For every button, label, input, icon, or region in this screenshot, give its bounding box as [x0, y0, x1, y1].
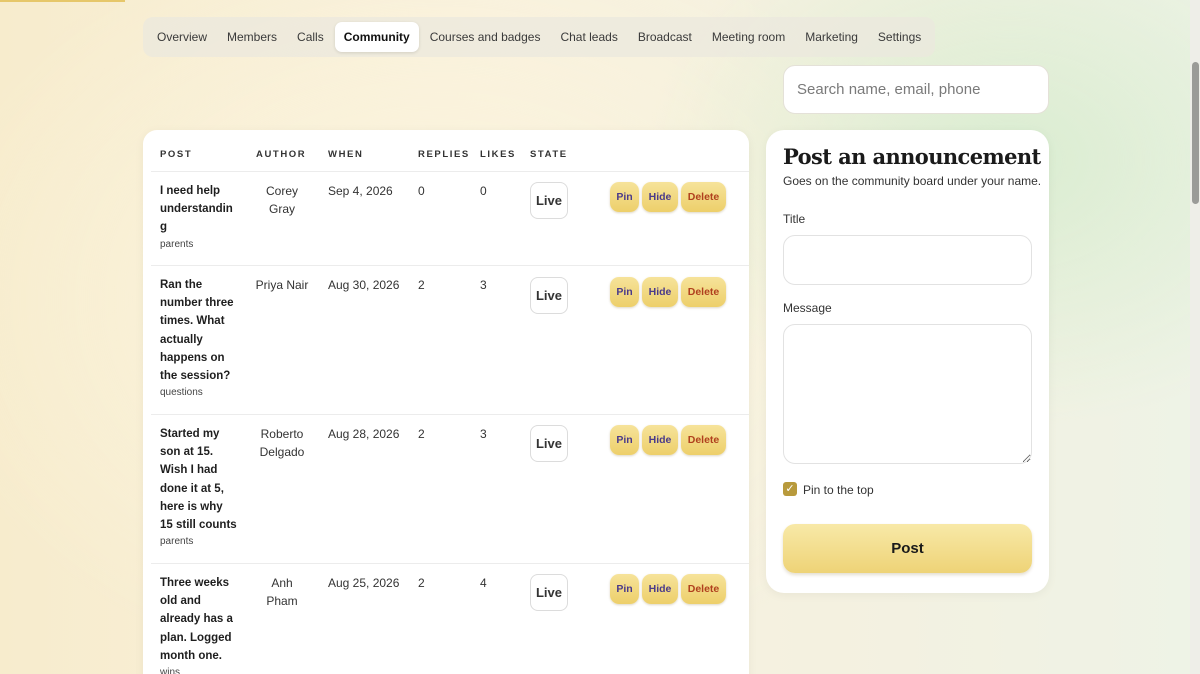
tab-overview[interactable]: Overview: [148, 22, 216, 52]
tab-marketing[interactable]: Marketing: [796, 22, 867, 52]
tab-members[interactable]: Members: [218, 22, 286, 52]
message-field[interactable]: [783, 324, 1032, 464]
post-likes: 4: [480, 576, 487, 590]
post-tag: parents: [160, 536, 194, 548]
delete-button[interactable]: Delete: [681, 182, 726, 212]
hide-button[interactable]: Hide: [642, 182, 678, 212]
tab-community[interactable]: Community: [334, 22, 419, 52]
state-badge[interactable]: Live: [530, 574, 568, 611]
post-date: Aug 25, 2026: [328, 576, 400, 590]
title-label: Title: [783, 212, 806, 226]
tab-calls[interactable]: Calls: [288, 22, 333, 52]
delete-button[interactable]: Delete: [681, 574, 726, 604]
post-replies: 2: [418, 427, 425, 441]
post-likes: 3: [480, 427, 487, 441]
header-divider: [151, 171, 749, 172]
table-row-post: Three weeks old and already has a plan. …: [160, 574, 238, 674]
search-input[interactable]: [783, 65, 1049, 114]
post-author: Corey Gray: [265, 184, 298, 216]
pin-to-top-checkbox[interactable]: ✓: [783, 482, 797, 496]
tab-meeting-room[interactable]: Meeting room: [703, 22, 794, 52]
state-badge[interactable]: Live: [530, 425, 568, 462]
post-title[interactable]: Started my son at 15. Wish I had done it…: [160, 425, 238, 534]
post-title[interactable]: Three weeks old and already has a plan. …: [160, 574, 238, 665]
title-field[interactable]: [783, 235, 1032, 285]
table-row-post: Ran the number three times. What actuall…: [160, 276, 238, 398]
post-replies: 0: [418, 184, 425, 198]
post-tag: parents: [160, 238, 194, 250]
message-label: Message: [783, 301, 832, 315]
row-divider: [151, 414, 749, 415]
state-badge[interactable]: Live: [530, 277, 568, 314]
table-row-post: Started my son at 15. Wish I had done it…: [160, 425, 238, 547]
tab-broadcast[interactable]: Broadcast: [629, 22, 701, 52]
pin-button[interactable]: Pin: [610, 182, 639, 212]
tab-courses-and-badges[interactable]: Courses and badges: [421, 22, 550, 52]
pin-button[interactable]: Pin: [610, 277, 639, 307]
delete-button[interactable]: Delete: [681, 277, 726, 307]
hide-button[interactable]: Hide: [642, 277, 678, 307]
column-header-post: POST: [160, 149, 193, 160]
tab-settings[interactable]: Settings: [869, 22, 930, 52]
post-title[interactable]: I need help understandin g: [160, 182, 238, 237]
scrollbar-thumb[interactable]: [1192, 62, 1199, 204]
pin-button[interactable]: Pin: [610, 574, 639, 604]
column-header-likes: LIKES: [480, 149, 516, 160]
pin-to-top-label: Pin to the top: [803, 483, 874, 497]
post-author: Priya Nair: [255, 278, 309, 292]
post-title[interactable]: Ran the number three times. What actuall…: [160, 276, 238, 385]
post-likes: 0: [480, 184, 487, 198]
post-replies: 2: [418, 278, 425, 292]
hide-button[interactable]: Hide: [642, 574, 678, 604]
pin-button[interactable]: Pin: [610, 425, 639, 455]
post-author: Anh Pham: [266, 576, 298, 608]
table-row-post: I need help understandin g parents: [160, 182, 238, 250]
tab-chat-leads[interactable]: Chat leads: [551, 22, 626, 52]
row-divider: [151, 265, 749, 266]
post-tag: wins: [160, 667, 181, 674]
post-likes: 3: [480, 278, 487, 292]
post-author: Roberto Delgado: [259, 427, 305, 459]
post-replies: 2: [418, 576, 425, 590]
delete-button[interactable]: Delete: [681, 425, 726, 455]
column-header-state: STATE: [530, 149, 568, 160]
column-header-author: AUTHOR: [256, 149, 307, 160]
top-accent-strip: [0, 0, 125, 2]
tab-bar: Overview Members Calls Community Courses…: [143, 17, 936, 57]
post-date: Aug 28, 2026: [328, 427, 400, 441]
announcement-subtitle: Goes on the community board under your n…: [783, 174, 1042, 188]
post-tag: questions: [160, 387, 203, 399]
column-header-replies: REPLIES: [418, 149, 470, 160]
state-badge[interactable]: Live: [530, 182, 568, 219]
post-button[interactable]: Post: [783, 524, 1032, 573]
column-header-when: WHEN: [328, 149, 364, 160]
hide-button[interactable]: Hide: [642, 425, 678, 455]
post-date: Aug 30, 2026: [328, 278, 400, 292]
post-date: Sep 4, 2026: [328, 184, 393, 198]
announcement-title: Post an announcement: [783, 144, 1041, 169]
row-divider: [151, 563, 749, 564]
